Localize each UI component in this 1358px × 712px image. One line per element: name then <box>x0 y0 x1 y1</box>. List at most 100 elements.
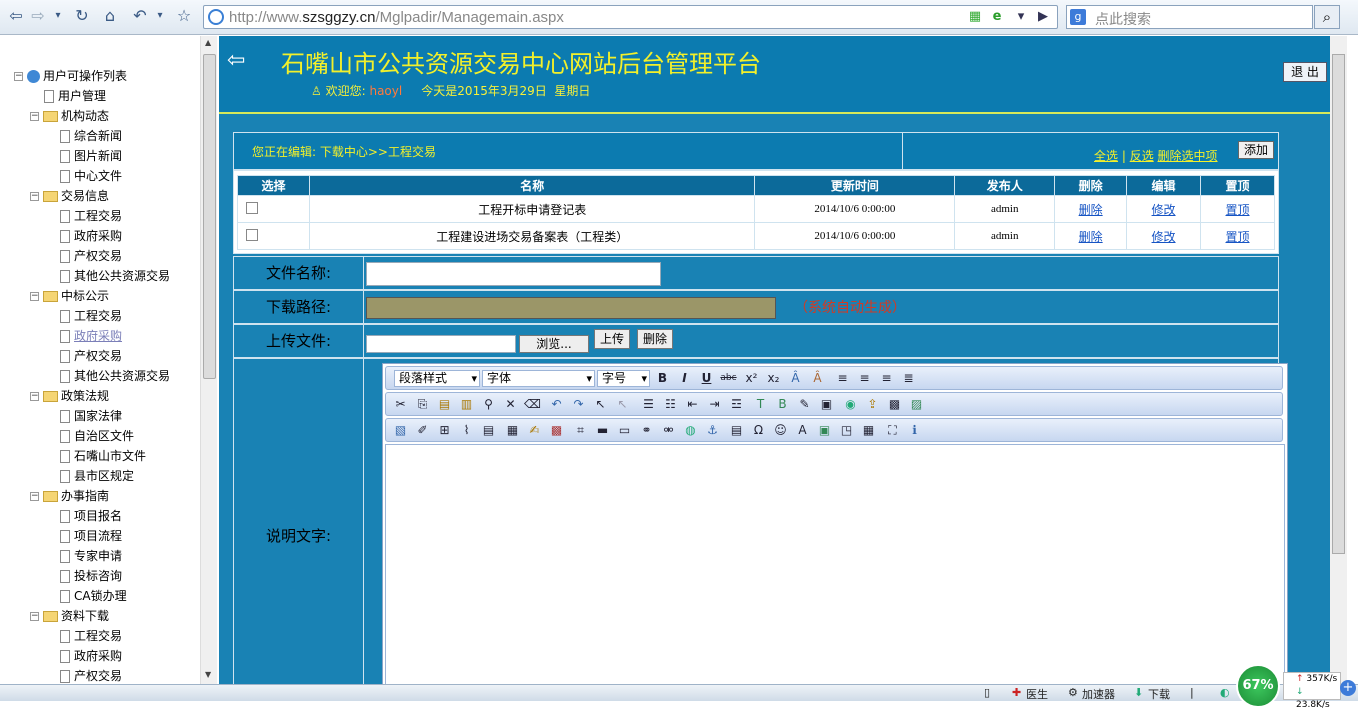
qrcode-icon[interactable]: ▦ <box>966 8 984 26</box>
favorite-star-icon[interactable]: ☆ <box>174 6 194 26</box>
tree-item[interactable]: 产权交易 <box>60 666 122 684</box>
history-dropdown-icon[interactable]: ▾ <box>48 6 68 26</box>
tree-item[interactable]: 石嘴山市文件 <box>60 446 146 466</box>
tree-item[interactable]: 项目报名 <box>60 506 122 526</box>
select-icon[interactable]: ↖ <box>592 396 609 413</box>
delete-file-button[interactable]: 删除 <box>637 329 673 349</box>
invert-selection-link[interactable]: 反选 <box>1130 149 1154 163</box>
marquee-icon[interactable]: ▭ <box>616 422 633 439</box>
ordered-list-icon[interactable]: ☰ <box>640 396 657 413</box>
upload-file-input[interactable] <box>366 335 516 353</box>
tree-folder[interactable]: − 办事指南 <box>30 486 109 506</box>
tree-item[interactable]: 其他公共资源交易 <box>60 366 170 386</box>
tree-item[interactable]: CA锁办理 <box>60 586 127 606</box>
add-panel-icon[interactable]: + <box>1340 680 1356 696</box>
underline-icon[interactable]: U <box>698 370 715 387</box>
font-color-icon[interactable]: Â <box>787 370 804 387</box>
tree-item[interactable]: 国家法律 <box>60 406 122 426</box>
format-brush-icon[interactable]: ✎ <box>796 396 813 413</box>
scroll-up-icon[interactable]: ▲ <box>205 38 211 47</box>
forward-arrow-icon[interactable]: ⇨ <box>28 6 48 26</box>
back-icon[interactable]: ⇦ <box>227 48 245 73</box>
page-break-icon[interactable]: ▤ <box>728 422 745 439</box>
tree-folder[interactable]: − 机构动态 <box>30 106 109 126</box>
find-icon[interactable]: ⚲ <box>480 396 497 413</box>
tree-item[interactable]: 工程交易 <box>60 306 122 326</box>
delete-selected-link[interactable]: 删除选中项 <box>1158 149 1218 163</box>
document-icon[interactable]: ▤ <box>480 422 497 439</box>
grid-icon[interactable]: ▦ <box>860 422 877 439</box>
tree-item[interactable]: 产权交易 <box>60 246 122 266</box>
sidebar-scrollbar[interactable]: ▲ ▼ <box>200 36 217 684</box>
align-justify-icon[interactable]: ≣ <box>900 370 917 387</box>
browse-button[interactable]: 浏览... <box>519 335 589 353</box>
horizontal-rule-icon[interactable]: ▬ <box>594 422 611 439</box>
delete-icon[interactable]: ✕ <box>502 396 519 413</box>
go-arrow-icon[interactable]: ▶ <box>1034 8 1052 26</box>
bold-icon[interactable]: B <box>654 370 671 387</box>
main-scrollbar[interactable] <box>1330 36 1347 684</box>
accelerator-icon[interactable]: ⚙ <box>1068 686 1078 699</box>
paragraph-style-select[interactable]: 段落样式 <box>394 370 480 387</box>
form-icon[interactable]: ▩ <box>548 422 565 439</box>
row-edit-link[interactable]: 修改 <box>1152 203 1176 217</box>
tree-item[interactable]: 项目流程 <box>60 526 122 546</box>
date-icon[interactable]: ⌗ <box>572 422 589 439</box>
tree-folder[interactable]: − 资料下载 <box>30 606 109 626</box>
back-arrow-icon[interactable]: ⇦ <box>6 6 26 26</box>
row-delete-link[interactable]: 删除 <box>1079 203 1103 217</box>
cut-icon[interactable]: ✂ <box>392 396 409 413</box>
stamp-icon[interactable]: ⊞ <box>436 422 453 439</box>
file-icon[interactable]: ✐ <box>414 422 431 439</box>
highlight-color-icon[interactable]: Â <box>809 370 826 387</box>
tree-item[interactable]: 县市区规定 <box>60 466 134 486</box>
flash-icon[interactable]: ▩ <box>886 396 903 413</box>
align-right-icon[interactable]: ≡ <box>878 370 895 387</box>
tree-item[interactable]: 政府采购 <box>60 226 122 246</box>
anchor-icon[interactable]: ⚓ <box>704 422 721 439</box>
scroll-down-icon[interactable]: ▼ <box>205 670 211 679</box>
unlink-icon[interactable]: ⚮ <box>660 422 677 439</box>
italic-icon[interactable]: I <box>676 370 693 387</box>
special-char-icon[interactable]: Ω <box>750 422 767 439</box>
image-icon[interactable]: ▧ <box>392 422 409 439</box>
refresh-icon[interactable]: ↻ <box>72 6 92 26</box>
search-engine-icon[interactable]: g <box>1070 9 1086 25</box>
hyperlink-globe-icon[interactable]: ◉ <box>842 396 859 413</box>
collapse-icon[interactable]: − <box>30 492 39 501</box>
media-icon[interactable]: ▨ <box>908 396 925 413</box>
tree-item[interactable]: 政府采购 <box>60 326 122 346</box>
editor-content-area[interactable] <box>385 444 1285 684</box>
row-top-link[interactable]: 置顶 <box>1226 203 1250 217</box>
collapse-icon[interactable]: − <box>14 72 23 81</box>
select-all-link[interactable]: 全选 <box>1094 149 1118 163</box>
collapse-icon[interactable]: − <box>30 612 39 621</box>
paste-text-icon[interactable]: ▥ <box>458 396 475 413</box>
doctor-label[interactable]: 医生 <box>1026 686 1048 702</box>
row-top-link[interactable]: 置顶 <box>1226 230 1250 244</box>
emoticon-icon[interactable]: ☺ <box>772 422 789 439</box>
collapse-icon[interactable]: − <box>30 192 39 201</box>
tree-item[interactable]: 用户管理 <box>44 86 106 106</box>
table-icon[interactable]: ▦ <box>504 422 521 439</box>
remote-image-icon[interactable]: ▣ <box>816 422 833 439</box>
download-label[interactable]: 下载 <box>1148 686 1170 702</box>
font-select[interactable]: 字体 <box>482 370 595 387</box>
tree-item[interactable]: 自治区文件 <box>60 426 134 446</box>
text-color-icon[interactable]: T <box>752 396 769 413</box>
undo-close-icon[interactable]: ↶ <box>130 6 150 26</box>
absolute-position-icon[interactable]: ↖ <box>614 396 631 413</box>
undo-dropdown-icon[interactable]: ▾ <box>150 6 170 26</box>
font-size-select[interactable]: 字号 <box>597 370 650 387</box>
upload-button[interactable]: 上传 <box>594 329 630 349</box>
web-link-icon[interactable]: ◍ <box>682 422 699 439</box>
tree-item[interactable]: 中心文件 <box>60 166 122 186</box>
eraser-icon[interactable]: ⌫ <box>524 396 541 413</box>
collapse-icon[interactable]: − <box>30 392 39 401</box>
info-icon[interactable]: ℹ <box>906 422 923 439</box>
sidebar-scroll-thumb[interactable] <box>203 54 216 379</box>
layer-icon[interactable]: ▣ <box>818 396 835 413</box>
line-height-icon[interactable]: ☲ <box>728 396 745 413</box>
art-text-icon[interactable]: A <box>794 422 811 439</box>
attachment-icon[interactable]: ⌇ <box>458 422 475 439</box>
